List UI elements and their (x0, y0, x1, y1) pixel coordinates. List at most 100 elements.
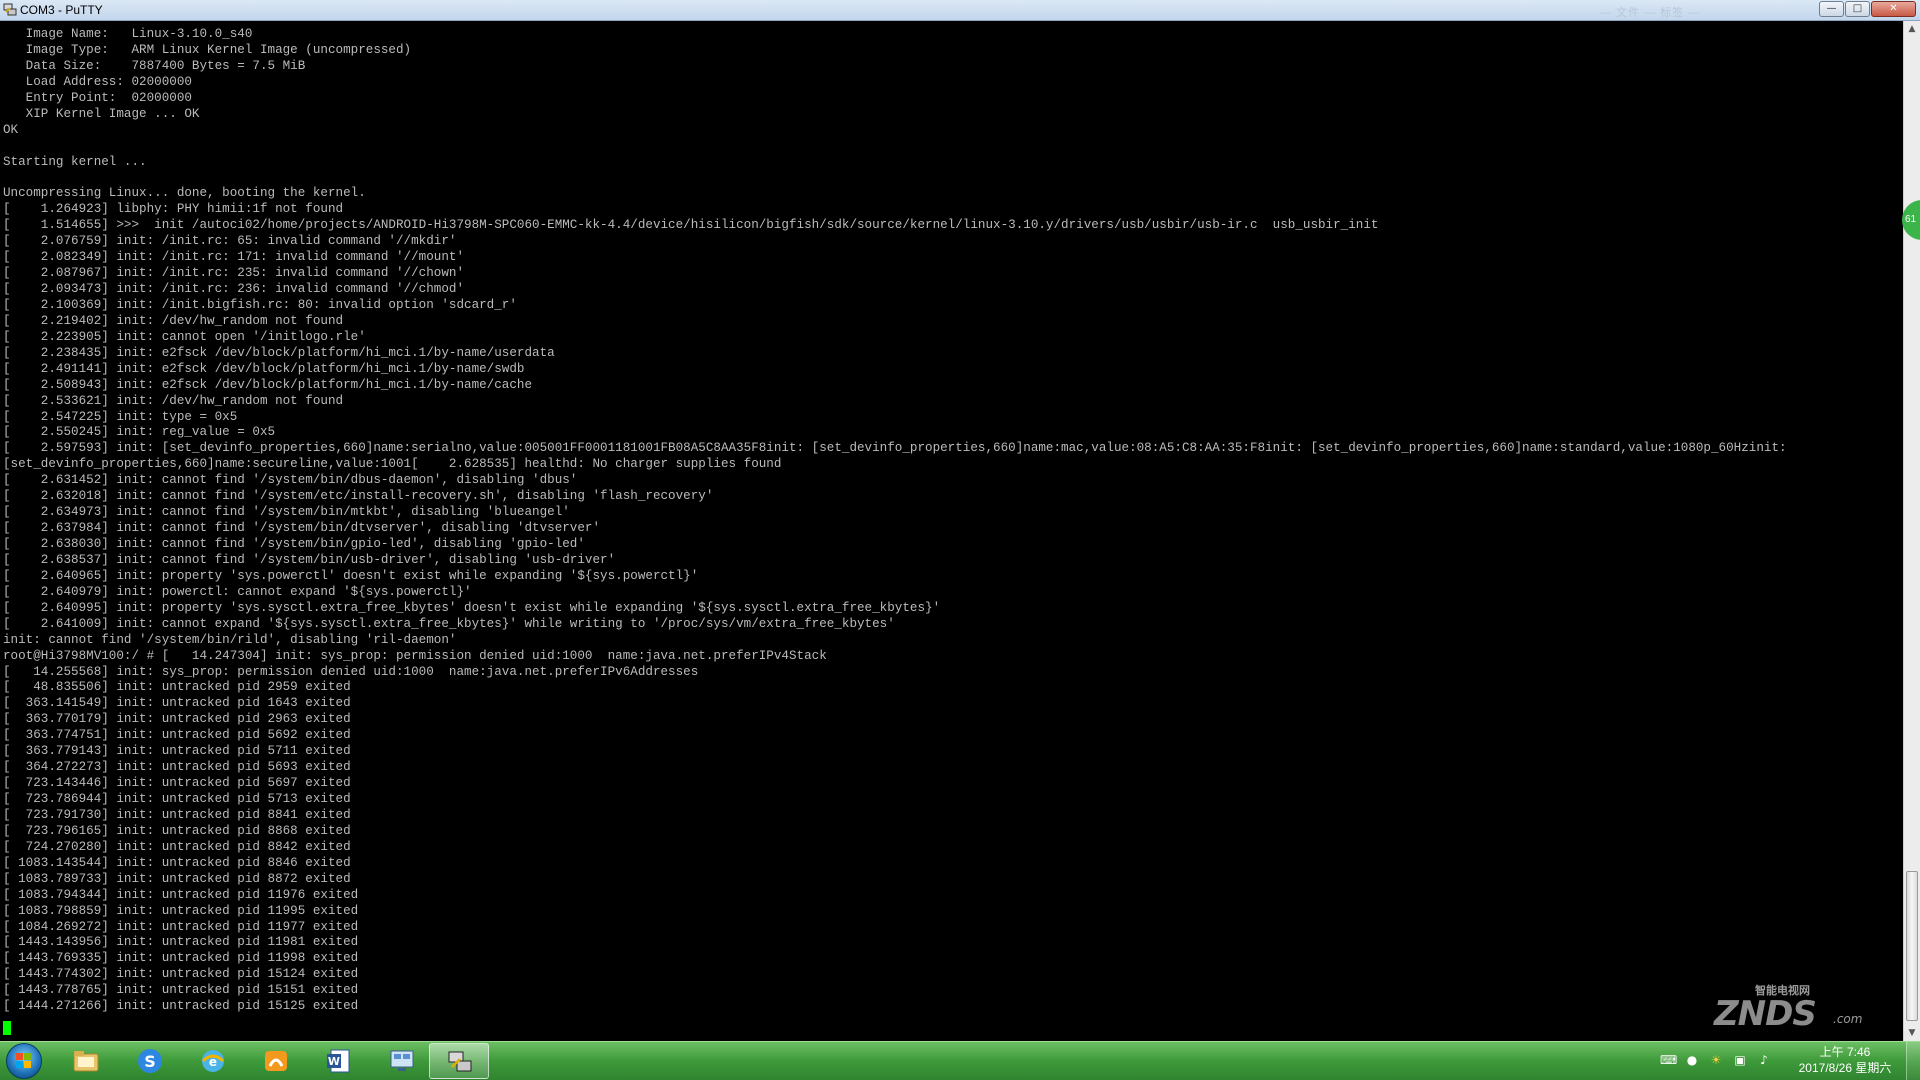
terminal-line: Image Type: ARM Linux Kernel Image (unco… (3, 42, 412, 57)
terminal-line: [ 1443.769335] init: untracked pid 11998… (3, 951, 359, 966)
terminal-line: [ 2.238435] init: e2fsck /dev/block/plat… (3, 345, 555, 360)
terminal-line: [ 2.219402] init: /dev/hw_random not fou… (3, 313, 344, 328)
terminal-line: [ 363.779143] init: untracked pid 5711 e… (3, 744, 351, 759)
taskbar-sogou-button[interactable]: S (120, 1043, 180, 1079)
taskbar-remote-button[interactable] (372, 1043, 432, 1079)
taskbar-uc-button[interactable] (246, 1043, 306, 1079)
terminal-line: [ 2.640965] init: property 'sys.powerctl… (3, 568, 699, 583)
browser-icon: e (201, 1050, 225, 1072)
terminal-line: [set_devinfo_properties,660]name:securel… (3, 457, 782, 472)
clock-time: 上午 7:46 (1819, 1045, 1871, 1059)
title-faded-text: — 文件 — 标签 — (1600, 7, 1701, 19)
terminal-area[interactable]: Image Name: Linux-3.10.0_s40 Image Type:… (0, 21, 1903, 1041)
taskbar-word-button[interactable]: W (309, 1043, 369, 1079)
terminal-line: [ 723.791730] init: untracked pid 8841 e… (3, 807, 351, 822)
taskbar: S e W ⌨ ● ☀ ▣ ♪ 上午 7:46 2017/8/26 星期六 (0, 1041, 1920, 1080)
terminal-line: root@Hi3798MV100:/ # [ 14.247304] init: … (3, 648, 827, 663)
word-icon: W (327, 1049, 350, 1073)
terminal-line: [ 2.093473] init: /init.rc: 236: invalid… (3, 282, 465, 296)
terminal-line: [ 1084.269272] init: untracked pid 11977… (3, 919, 359, 934)
show-desktop-button[interactable] (1906, 1042, 1920, 1080)
terminal-line: [ 2.533621] init: /dev/hw_random not fou… (3, 393, 344, 408)
terminal-line: Load Address: 02000000 (3, 74, 192, 89)
terminal-line: [ 1443.778765] init: untracked pid 15151… (3, 983, 359, 998)
terminal-line: [ 723.796165] init: untracked pid 8868 e… (3, 823, 351, 838)
svg-text:e: e (209, 1055, 217, 1069)
terminal-line: [ 2.491141] init: e2fsck /dev/block/plat… (3, 361, 525, 376)
terminal-line: OK (3, 122, 19, 137)
terminal-line: Starting kernel ... (3, 154, 147, 169)
qq-icon[interactable]: ● (1684, 1052, 1700, 1068)
network-icon (390, 1050, 414, 1071)
terminal-line: Data Size: 7887400 Bytes = 7.5 MiB (3, 58, 306, 73)
terminal-line: [ 2.641009] init: cannot expand '${sys.s… (3, 616, 895, 631)
terminal-line: Entry Point: 02000000 (3, 90, 192, 105)
terminal-line: init: cannot find '/system/bin/rild', di… (3, 632, 457, 647)
taskbar-putty-button[interactable] (429, 1043, 489, 1079)
watermark-suffix: .com (1833, 1012, 1863, 1026)
terminal-line: [ 1443.774302] init: untracked pid 15124… (3, 967, 359, 982)
terminal-line: [ 1083.789733] init: untracked pid 8872 … (3, 871, 351, 886)
sun-icon[interactable]: ☀ (1708, 1052, 1724, 1068)
terminal-line: [ 1443.143956] init: untracked pid 11981… (3, 935, 359, 950)
terminal-cursor (3, 1021, 11, 1035)
terminal-line: [ 2.223905] init: cannot open '/initlogo… (3, 329, 366, 344)
terminal-line: [ 1083.143544] init: untracked pid 8846 … (3, 855, 351, 870)
start-button[interactable] (6, 1043, 42, 1079)
terminal-line: [ 2.638537] init: cannot find '/system/b… (3, 552, 616, 567)
terminal-line: [ 723.786944] init: untracked pid 5713 e… (3, 792, 351, 806)
terminal-line: Uncompressing Linux... done, booting the… (3, 186, 366, 201)
terminal-line: [ 2.632018] init: cannot find '/system/e… (3, 489, 714, 504)
terminal-line: [ 2.100369] init: /init.bigfish.rc: 80: … (3, 297, 517, 312)
taskbar-explorer-button[interactable] (56, 1043, 116, 1079)
taskbar-browser-button[interactable]: e (183, 1043, 243, 1079)
terminal-line: [ 2.087967] init: /init.rc: 235: invalid… (3, 266, 465, 281)
terminal-line: [ 363.770179] init: untracked pid 2963 e… (3, 712, 351, 727)
scroll-thumb[interactable] (1906, 871, 1918, 1021)
system-tray: ⌨ ● ☀ ▣ ♪ (1660, 1052, 1780, 1072)
terminal-line: [ 2.550245] init: reg_value = 0x5 (3, 425, 276, 440)
terminal-line: [ 2.082349] init: /init.rc: 171: invalid… (3, 250, 465, 265)
terminal-line: [ 364.272273] init: untracked pid 5693 e… (3, 760, 351, 775)
terminal-line: [ 363.141549] init: untracked pid 1643 e… (3, 696, 351, 711)
window-title: COM3 - PuTTY (20, 3, 103, 17)
terminal-line: [ 2.631452] init: cannot find '/system/b… (3, 473, 578, 488)
znds-watermark: 智能电视网 ZNDS .com (1710, 980, 1870, 1040)
terminal-line: [ 2.640995] init: property 'sys.sysctl.e… (3, 600, 941, 615)
volume-icon[interactable]: ♪ (1756, 1052, 1772, 1068)
terminal-line: [ 48.835506] init: untracked pid 2959 ex… (3, 680, 351, 695)
terminal-output: Image Name: Linux-3.10.0_s40 Image Type:… (3, 27, 1787, 1015)
keyboard-icon[interactable]: ⌨ (1660, 1052, 1677, 1068)
terminal-line: XIP Kernel Image ... OK (3, 106, 200, 121)
scroll-up-arrow-icon[interactable]: ▲ (1904, 21, 1920, 37)
terminal-line: [ 723.143446] init: untracked pid 5697 e… (3, 776, 351, 791)
maximize-button[interactable]: □ (1845, 1, 1870, 17)
close-button[interactable]: ✕ (1871, 1, 1916, 17)
terminal-line: [ 1444.271266] init: untracked pid 15125… (3, 999, 359, 1014)
terminal-line: [ 1.264923] libphy: PHY himii:1f not fou… (3, 202, 344, 217)
watermark-logo-text: ZNDS (1714, 994, 1817, 1034)
minimize-button[interactable]: — (1819, 1, 1844, 17)
fox-icon (265, 1051, 287, 1071)
svg-text:S: S (144, 1052, 156, 1071)
terminal-line: [ 2.637984] init: cannot find '/system/b… (3, 521, 601, 536)
title-bar[interactable]: COM3 - PuTTY — 文件 — 标签 — — □ ✕ (0, 0, 1920, 21)
terminal-line: [ 724.270280] init: untracked pid 8842 e… (3, 839, 351, 854)
folder-icon (73, 1051, 99, 1072)
terminal-line: [ 2.508943] init: e2fsck /dev/block/plat… (3, 377, 533, 392)
windows-logo-icon (16, 1053, 31, 1068)
scroll-down-arrow-icon[interactable]: ▼ (1904, 1025, 1920, 1041)
terminal-line: [ 2.640979] init: powerctl: cannot expan… (3, 584, 472, 599)
vertical-scrollbar[interactable]: ▲ ▼ (1903, 21, 1920, 1041)
clock-date: 2017/8/26 星期六 (1798, 1061, 1892, 1075)
terminal-line: [ 1083.798859] init: untracked pid 11995… (3, 903, 359, 918)
terminal-line: [ 363.774751] init: untracked pid 5692 e… (3, 728, 351, 743)
taskbar-clock[interactable]: 上午 7:46 2017/8/26 星期六 (1790, 1044, 1900, 1076)
terminal-line: Image Name: Linux-3.10.0_s40 (3, 27, 253, 41)
putty-icon (448, 1051, 472, 1072)
network-icon[interactable]: ▣ (1732, 1052, 1748, 1068)
terminal-line: [ 1.514655] >>> init /autoci02/home/proj… (3, 218, 1379, 233)
terminal-line: [ 2.597593] init: [set_devinfo_propertie… (3, 441, 1787, 456)
